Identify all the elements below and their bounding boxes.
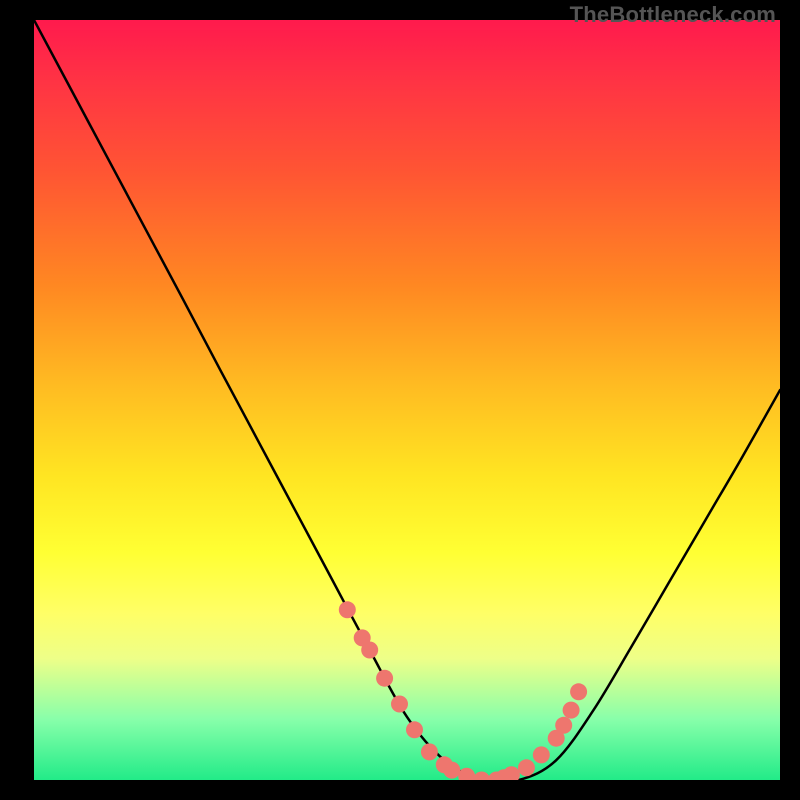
highlight-dot: [458, 768, 475, 780]
plot-area: [34, 20, 780, 780]
highlight-dot: [361, 642, 378, 659]
highlight-dot: [391, 696, 408, 713]
highlight-dot: [443, 762, 460, 779]
curve-svg: [34, 20, 780, 780]
chart-frame: TheBottleneck.com: [0, 0, 800, 800]
highlight-dot: [518, 759, 535, 776]
highlight-dot: [339, 601, 356, 618]
highlight-dot: [533, 746, 550, 763]
highlight-dot: [555, 717, 572, 734]
highlight-dot: [503, 766, 520, 780]
highlight-dot: [473, 772, 490, 781]
bottleneck-curve: [34, 20, 780, 780]
highlight-dot: [563, 702, 580, 719]
highlight-dot: [421, 743, 438, 760]
highlight-dot: [570, 683, 587, 700]
highlight-dot: [376, 670, 393, 687]
highlight-dot: [406, 721, 423, 738]
highlight-dots: [339, 601, 587, 780]
watermark-text: TheBottleneck.com: [570, 2, 776, 28]
